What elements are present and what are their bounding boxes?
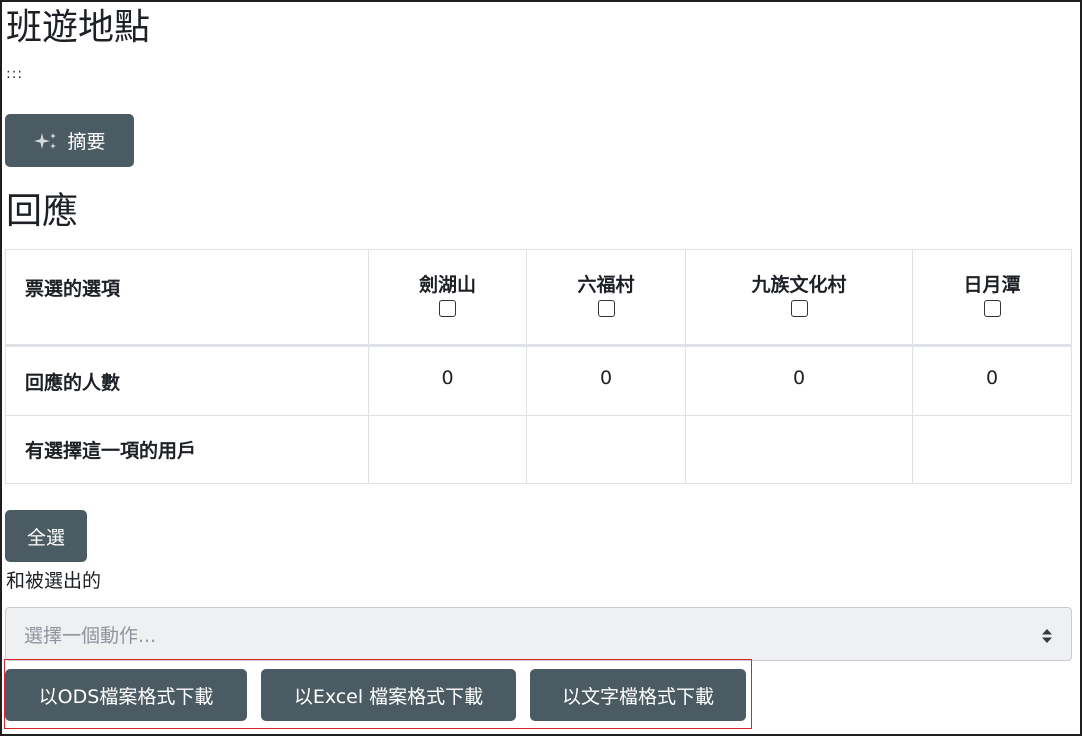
table-row: 有選擇這一項的用戶 [5, 415, 1072, 484]
users-cell [526, 415, 686, 484]
count-row-label: 回應的人數 [5, 345, 369, 416]
download-excel-button[interactable]: 以Excel 檔案格式下載 [261, 669, 516, 721]
with-selected-label: 和被選出的 [6, 570, 102, 592]
option-checkbox[interactable] [790, 300, 808, 317]
option-label: 日月潭 [963, 274, 1021, 296]
page-title: 班遊地點 [6, 7, 151, 48]
select-arrows-icon [1041, 627, 1053, 643]
sparkle-icon [33, 131, 59, 151]
summary-label: 摘要 [67, 131, 106, 153]
responses-table: 票選的選項 劍湖山 六福村 九族文化村 日月潭 回應的人數 0 0 0 0 有選… [5, 249, 1072, 484]
summary-button[interactable]: 摘要 [5, 114, 134, 167]
option-checkbox[interactable] [439, 300, 456, 317]
table-row: 回應的人數 0 0 0 0 [5, 345, 1072, 416]
download-text-button[interactable]: 以文字檔格式下載 [530, 669, 746, 721]
option-column-header: 日月潭 [912, 249, 1072, 347]
table-header-row: 票選的選項 劍湖山 六福村 九族文化村 日月潭 [5, 249, 1072, 347]
users-cell [368, 415, 527, 484]
action-select[interactable]: 選擇一個動作... [5, 607, 1072, 661]
responses-title: 回應 [6, 191, 79, 232]
users-row-label: 有選擇這一項的用戶 [5, 415, 369, 484]
options-header: 票選的選項 [5, 249, 369, 347]
more-dots: ::: [6, 66, 24, 82]
select-all-button[interactable]: 全選 [5, 510, 87, 562]
download-ods-button[interactable]: 以ODS檔案格式下載 [5, 669, 247, 721]
users-cell [912, 415, 1072, 484]
option-column-header: 九族文化村 [685, 249, 913, 347]
action-select-placeholder: 選擇一個動作... [24, 624, 157, 647]
option-checkbox[interactable] [983, 300, 1001, 317]
option-column-header: 六福村 [526, 249, 686, 347]
response-count: 0 [368, 345, 527, 416]
response-count: 0 [685, 345, 913, 416]
option-label: 劍湖山 [418, 274, 476, 296]
users-cell [685, 415, 913, 484]
option-column-header: 劍湖山 [368, 249, 527, 347]
option-label: 六福村 [577, 274, 635, 296]
option-checkbox[interactable] [597, 300, 615, 317]
option-label: 九族文化村 [751, 274, 847, 296]
response-count: 0 [912, 345, 1072, 416]
response-count: 0 [526, 345, 686, 416]
